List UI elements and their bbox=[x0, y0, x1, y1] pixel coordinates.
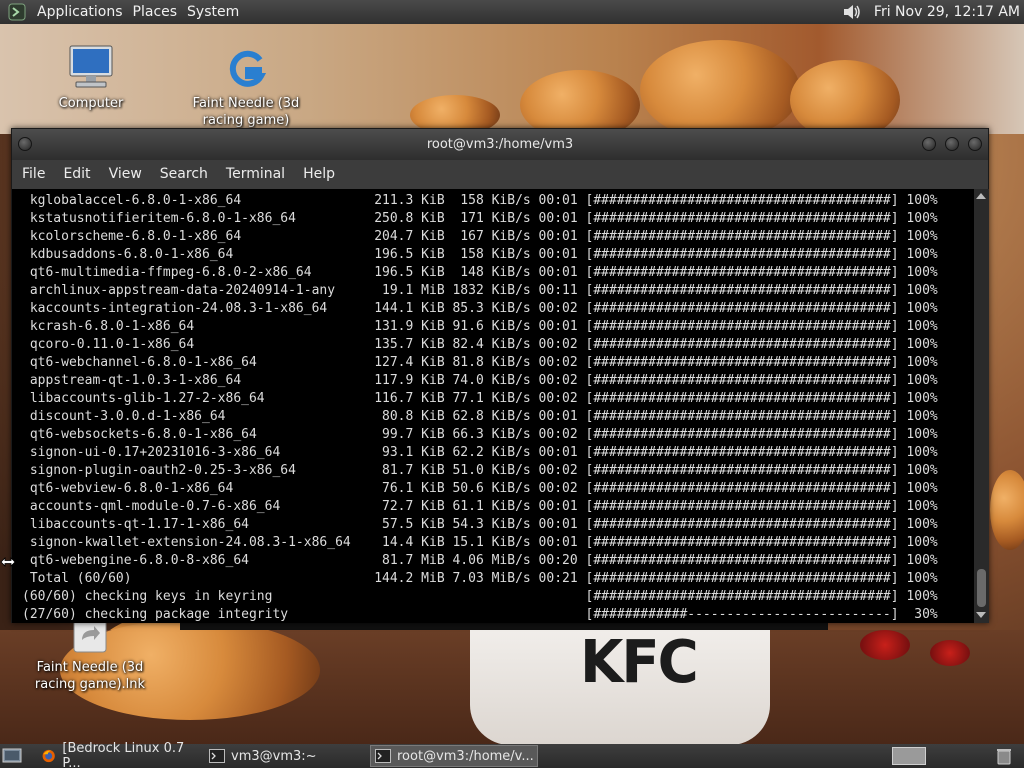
download-line: kstatusnotifieritem-6.8.0-1-x86_64 250.8… bbox=[22, 211, 938, 226]
menu-search[interactable]: Search bbox=[151, 160, 217, 189]
taskbar-item-terminal-root[interactable]: root@vm3:/home/v... bbox=[370, 745, 538, 767]
taskbar-item-terminal-vm3[interactable]: vm3@vm3:~ bbox=[204, 745, 366, 767]
download-line: discount-3.0.0.d-1-x86_64 80.8 KiB 62.8 … bbox=[22, 409, 938, 424]
terminal-output[interactable]: kglobalaccel-6.8.0-1-x86_64 211.3 KiB 15… bbox=[12, 189, 974, 623]
menu-help[interactable]: Help bbox=[294, 160, 344, 189]
window-menu-button[interactable] bbox=[18, 137, 32, 151]
download-line: Total (60/60) 144.2 MiB 7.03 MiB/s 00:21… bbox=[22, 571, 938, 586]
download-line: qt6-webview-6.8.0-1-x86_64 76.1 KiB 50.6… bbox=[22, 481, 938, 496]
window-title: root@vm3:/home/vm3 bbox=[426, 137, 574, 152]
minimize-button[interactable] bbox=[922, 137, 936, 151]
menu-places[interactable]: Places bbox=[128, 0, 183, 24]
desktop-icon-computer[interactable]: Computer bbox=[52, 44, 130, 112]
menu-system[interactable]: System bbox=[182, 0, 244, 24]
download-line: accounts-qml-module-0.7-6-x86_64 72.7 Ki… bbox=[22, 499, 938, 514]
desktop-icon-label: Faint Needle (3d racing game).lnk bbox=[34, 660, 146, 692]
show-desktop-icon[interactable] bbox=[2, 747, 22, 765]
panel-clock[interactable]: Fri Nov 29, 12:17 AM bbox=[874, 4, 1024, 20]
download-line: libaccounts-qt-1.17-1-x86_64 57.5 KiB 54… bbox=[22, 517, 938, 532]
close-button[interactable] bbox=[968, 137, 982, 151]
download-line: kcrash-6.8.0-1-x86_64 131.9 KiB 91.6 KiB… bbox=[22, 319, 938, 334]
desktop-icon-label: Computer bbox=[58, 96, 124, 111]
kfc-logo: KFC bbox=[580, 628, 699, 697]
taskbar-item-label: [Bedrock Linux 0.7 P... bbox=[62, 741, 185, 768]
download-line: kcolorscheme-6.8.0-1-x86_64 204.7 KiB 16… bbox=[22, 229, 938, 244]
taskbar-item-label: vm3@vm3:~ bbox=[231, 748, 317, 764]
download-line: appstream-qt-1.0.3-1-x86_64 117.9 KiB 74… bbox=[22, 373, 938, 388]
terminal-menubar: File Edit View Search Terminal Help bbox=[12, 160, 988, 189]
download-line: libaccounts-glib-1.27-2-x86_64 116.7 KiB… bbox=[22, 391, 938, 406]
desktop-icon-label: Faint Needle (3d racing game) bbox=[192, 96, 300, 128]
desktop-icon-faint-needle-lnk[interactable]: Faint Needle (3d racing game).lnk bbox=[30, 618, 150, 693]
taskbar-item-browser[interactable]: [Bedrock Linux 0.7 P... bbox=[36, 741, 202, 768]
download-line: kdbusaddons-6.8.0-1-x86_64 196.5 KiB 158… bbox=[22, 247, 938, 262]
download-line: signon-plugin-oauth2-0.25-3-x86_64 81.7 … bbox=[22, 463, 938, 478]
terminal-scrollbar[interactable] bbox=[974, 189, 989, 623]
resize-cursor-icon bbox=[0, 557, 16, 567]
menu-view[interactable]: View bbox=[100, 160, 151, 189]
desktop-icon-faint-needle[interactable]: Faint Needle (3d racing game) bbox=[192, 50, 300, 129]
firefox-icon bbox=[42, 749, 55, 763]
download-line: qt6-webchannel-6.8.0-1-x86_64 127.4 KiB … bbox=[22, 355, 938, 370]
download-line: kglobalaccel-6.8.0-1-x86_64 211.3 KiB 15… bbox=[22, 193, 938, 208]
download-line: archlinux-appstream-data-20240914-1-any … bbox=[22, 283, 938, 298]
background-window-fragment bbox=[180, 622, 828, 630]
scroll-up-icon[interactable] bbox=[976, 193, 986, 199]
taskbar-item-label: root@vm3:/home/v... bbox=[397, 748, 534, 764]
trash-icon[interactable] bbox=[996, 747, 1012, 765]
game-launcher-icon bbox=[229, 50, 267, 87]
download-line: qt6-multimedia-ffmpeg-6.8.0-2-x86_64 196… bbox=[22, 265, 938, 280]
shortcut-icon bbox=[73, 619, 107, 653]
status-line: (60/60) checking keys in keyring [######… bbox=[22, 589, 938, 604]
menu-terminal[interactable]: Terminal bbox=[217, 160, 294, 189]
scrollbar-thumb[interactable] bbox=[977, 569, 986, 607]
bottom-panel: [Bedrock Linux 0.7 P... vm3@vm3:~ root@v… bbox=[0, 741, 1024, 768]
scroll-down-icon[interactable] bbox=[976, 612, 986, 618]
download-line: qt6-websockets-6.8.0-1-x86_64 99.7 KiB 6… bbox=[22, 427, 938, 442]
menu-edit[interactable]: Edit bbox=[54, 160, 99, 189]
menu-file[interactable]: File bbox=[13, 160, 54, 189]
terminal-window[interactable]: root@vm3:/home/vm3 File Edit View Search… bbox=[11, 128, 989, 623]
download-line: signon-kwallet-extension-24.08.3-1-x86_6… bbox=[22, 535, 938, 550]
maximize-button[interactable] bbox=[945, 137, 959, 151]
top-panel: Applications Places System Fri Nov 29, 1… bbox=[0, 0, 1024, 24]
terminal-text: kglobalaccel-6.8.0-1-x86_64 211.3 KiB 15… bbox=[22, 192, 938, 623]
computer-icon bbox=[69, 45, 113, 88]
window-titlebar[interactable]: root@vm3:/home/vm3 bbox=[12, 129, 988, 160]
menu-applications[interactable]: Applications bbox=[32, 0, 128, 24]
terminal-icon bbox=[209, 749, 225, 763]
download-line: qcoro-0.11.0-1-x86_64 135.7 KiB 82.4 KiB… bbox=[22, 337, 938, 352]
volume-icon[interactable] bbox=[842, 3, 862, 21]
workspace-switcher[interactable] bbox=[892, 747, 926, 765]
distro-logo-icon[interactable] bbox=[8, 3, 26, 21]
download-line: signon-ui-0.17+20231016-3-x86_64 93.1 Ki… bbox=[22, 445, 938, 460]
terminal-icon bbox=[375, 749, 391, 763]
status-line: (27/60) checking package integrity [####… bbox=[22, 607, 938, 622]
download-line: qt6-webengine-6.8.0-8-x86_64 81.7 MiB 4.… bbox=[22, 553, 938, 568]
download-line: kaccounts-integration-24.08.3-1-x86_64 1… bbox=[22, 301, 938, 316]
